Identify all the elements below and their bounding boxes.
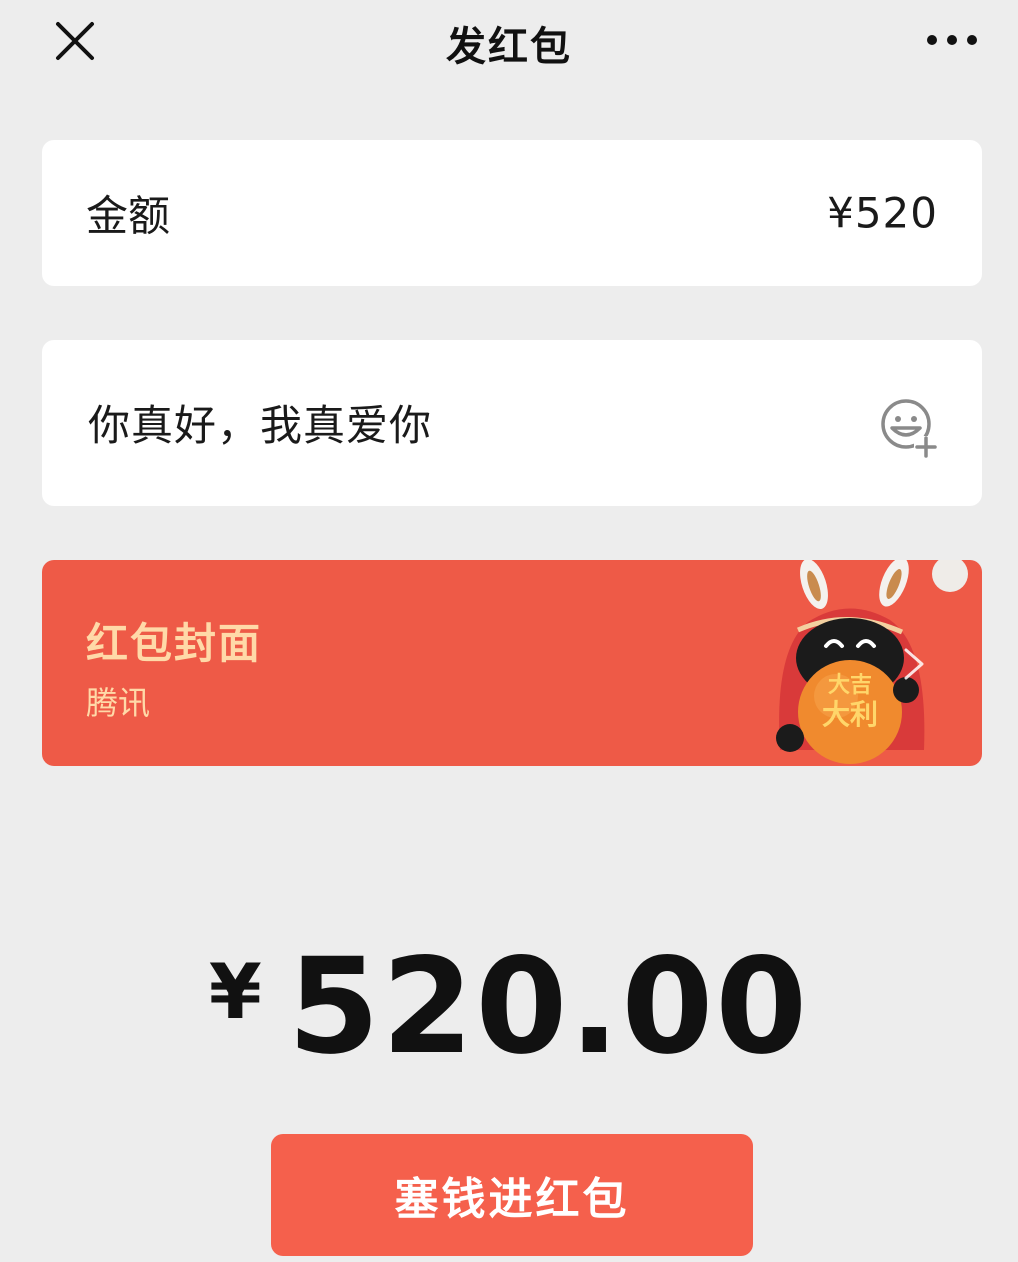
svg-text:大利: 大利 <box>822 698 878 731</box>
amount-value[interactable]: ¥520 <box>827 189 938 238</box>
mascot-illustration: 大吉 大利 <box>776 560 968 764</box>
currency-symbol: ¥ <box>208 947 262 1036</box>
chevron-right-icon <box>904 648 924 680</box>
cover-title: 红包封面 <box>86 619 263 668</box>
red-packet-cover-selector[interactable]: 红包封面 腾讯 大吉 大利 <box>42 560 982 766</box>
emoji-button[interactable] <box>878 396 942 460</box>
svg-text:大吉: 大吉 <box>828 672 872 698</box>
total-value: 520.00 <box>287 930 810 1084</box>
message-text[interactable]: 你真好，我真爱你 <box>88 392 432 453</box>
message-field[interactable]: 你真好，我真爱你 <box>42 340 982 506</box>
more-button[interactable] <box>920 20 984 60</box>
cover-subtitle: 腾讯 <box>86 684 151 722</box>
more-icon <box>927 35 977 45</box>
emoji-add-icon <box>881 399 938 458</box>
submit-money-button[interactable]: 塞钱进红包 <box>271 1134 753 1256</box>
total-amount: ¥520.00 <box>0 930 1018 1084</box>
amount-field[interactable]: 金额 ¥520 <box>42 140 982 286</box>
top-bar: 发红包 <box>0 0 1018 90</box>
amount-label: 金额 <box>86 191 171 241</box>
page-title: 发红包 <box>446 24 572 70</box>
